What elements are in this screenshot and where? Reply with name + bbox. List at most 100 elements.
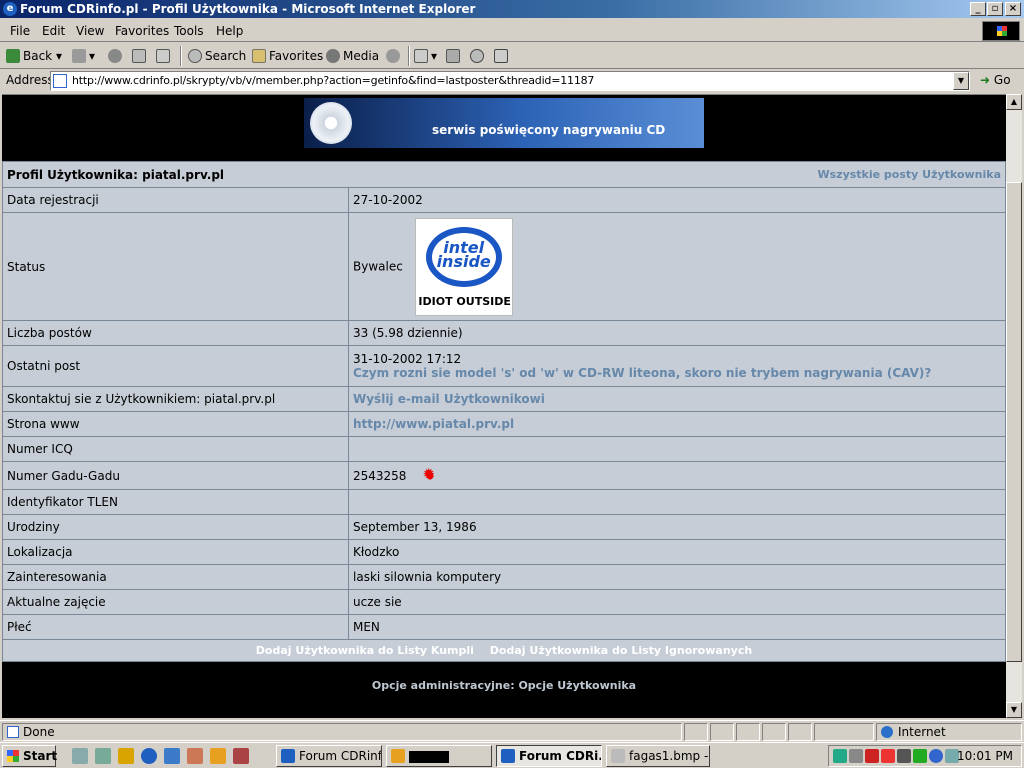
tray-antivirus-icon[interactable] <box>865 749 879 763</box>
row-value <box>348 489 1006 515</box>
favorites-button[interactable]: Favorites <box>252 47 323 65</box>
go-button[interactable]: ➜ Go <box>980 73 1011 87</box>
ie-icon <box>501 749 515 763</box>
task-forum-cdrinfo-1[interactable]: Forum CDRinfo... <box>276 745 382 767</box>
discuss-icon <box>494 49 508 63</box>
add-to-buddies-link[interactable]: Dodaj Użytkownika do Listy Kumpli <box>256 644 474 657</box>
table-row: Identyfikator TLEN <box>2 489 1006 515</box>
menu-view[interactable]: View <box>76 24 104 38</box>
tray-volume-icon[interactable] <box>849 749 863 763</box>
address-input[interactable]: http://www.cdrinfo.pl/skrypty/vb/v/membe… <box>50 71 970 91</box>
table-row: Zainteresowania laski silownia komputery <box>2 564 1006 590</box>
browser-window: e Forum CDRinfo.pl - Profil Użytkownika … <box>0 0 1024 768</box>
address-bar: Address http://www.cdrinfo.pl/skrypty/vb… <box>0 70 1024 92</box>
task-paint[interactable]: fagas1.bmp - P... <box>606 745 710 767</box>
mail-icon <box>414 49 428 63</box>
row-value: Kłodzko <box>348 539 1006 565</box>
refresh-button[interactable] <box>132 47 149 65</box>
row-label: Status <box>2 212 349 321</box>
row-label: Urodziny <box>2 514 349 540</box>
print-icon <box>446 49 460 63</box>
page-content: serwis poświęcony nagrywaniu CD Profil U… <box>2 94 1006 718</box>
messenger-button[interactable] <box>470 47 487 65</box>
vertical-scrollbar[interactable]: ▲ ▼ <box>1006 94 1022 718</box>
menu-edit[interactable]: Edit <box>42 24 65 38</box>
tray-app-icon[interactable] <box>897 749 911 763</box>
discuss-button[interactable] <box>494 47 511 65</box>
scroll-up-button[interactable]: ▲ <box>1006 94 1022 110</box>
task-mail[interactable] <box>386 745 492 767</box>
quicklaunch-desktop-icon[interactable] <box>72 748 88 764</box>
footer-links-row: Dodaj Użytkownika do Listy Kumpli Dodaj … <box>2 639 1006 662</box>
menu-tools[interactable]: Tools <box>174 24 204 38</box>
zone-text: Internet <box>898 725 946 739</box>
row-label: Lokalizacja <box>2 539 349 565</box>
status-cell: Bywalec intel inside IDIOT OUTSIDE <box>348 212 1006 321</box>
quicklaunch-tool-icon[interactable] <box>210 748 226 764</box>
all-posts-link[interactable]: Wszystkie posty Użytkownika <box>817 168 1001 181</box>
site-banner[interactable]: serwis poświęcony nagrywaniu CD <box>304 98 704 148</box>
menu-help[interactable]: Help <box>216 24 243 38</box>
start-button[interactable]: Start <box>2 745 57 767</box>
task-forum-cdrinfo-2[interactable]: Forum CDRi... <box>496 745 602 767</box>
scroll-down-button[interactable]: ▼ <box>1006 702 1022 718</box>
profile-title: Profil Użytkownika: piatal.prv.pl <box>7 167 225 182</box>
back-button[interactable]: Back ▾ <box>6 47 62 65</box>
clock[interactable]: 10:01 PM <box>957 749 1013 763</box>
media-button[interactable]: Media <box>326 47 379 65</box>
close-button[interactable]: × <box>1005 2 1021 16</box>
forward-button[interactable]: ▾ <box>72 47 95 65</box>
maximize-button[interactable]: ▫ <box>987 2 1003 16</box>
admin-options[interactable]: Opcje administracyjne: Opcje Użytkownika <box>2 679 1006 692</box>
scroll-thumb[interactable] <box>1006 182 1022 662</box>
row-label: Płeć <box>2 614 349 640</box>
tray-app-icon[interactable] <box>913 749 927 763</box>
minimize-button[interactable]: _ <box>970 2 986 16</box>
menu-favorites[interactable]: Favorites <box>115 24 169 38</box>
status-panel-empty <box>684 723 708 741</box>
send-email-link[interactable]: Wyślij e-mail Użytkownikowi <box>353 392 545 406</box>
quicklaunch-chart-icon[interactable] <box>233 748 249 764</box>
tray-messenger-icon[interactable] <box>929 749 943 763</box>
avatar: intel inside IDIOT OUTSIDE <box>414 217 513 316</box>
back-label: Back <box>23 49 53 63</box>
quicklaunch-ie-icon[interactable] <box>141 748 157 764</box>
profile-table: Profil Użytkownika: piatal.prv.pl Wszyst… <box>2 161 1006 662</box>
stop-icon <box>108 49 122 63</box>
row-label: Numer ICQ <box>2 436 349 462</box>
status-panel-empty <box>736 723 760 741</box>
status-text: Done <box>23 725 55 739</box>
task-label: Forum CDRi... <box>519 749 602 763</box>
tray-network-icon[interactable] <box>833 749 847 763</box>
history-button[interactable] <box>386 47 403 65</box>
media-label: Media <box>343 49 380 63</box>
last-post-link[interactable]: Czym rozni sie model 's' od 'w' w CD-RW … <box>353 366 931 380</box>
add-to-ignored-link[interactable]: Dodaj Użytkownika do Listy Ignorowanych <box>490 644 752 657</box>
forward-arrow-icon <box>72 49 86 63</box>
search-button[interactable]: Search <box>188 47 246 65</box>
quicklaunch-outlook-icon[interactable] <box>164 748 180 764</box>
row-value: MEN <box>348 614 1006 640</box>
quicklaunch-network-icon[interactable] <box>95 748 111 764</box>
address-dropdown-button[interactable]: ▼ <box>953 72 969 90</box>
gadu-gadu-status-icon[interactable] <box>422 465 437 483</box>
website-link[interactable]: http://www.piatal.prv.pl <box>353 417 514 431</box>
task-label: fagas1.bmp - P... <box>629 749 709 763</box>
badge-bottom-text: IDIOT OUTSIDE <box>418 294 511 308</box>
print-button[interactable] <box>446 47 463 65</box>
envelope-icon <box>391 749 405 763</box>
quicklaunch-media-icon[interactable] <box>118 748 134 764</box>
stop-button[interactable] <box>108 47 125 65</box>
row-value: 27-10-2002 <box>348 187 1006 213</box>
quicklaunch-app-icon[interactable] <box>187 748 203 764</box>
row-label: Liczba postów <box>2 320 349 346</box>
status-panel: Done <box>2 723 682 741</box>
last-post-cell: 31-10-2002 17:12 Czym rozni sie model 's… <box>348 345 1006 387</box>
tray-alert-icon[interactable] <box>881 749 895 763</box>
row-label: Identyfikator TLEN <box>2 489 349 515</box>
table-row: Aktualne zajęcie ucze sie <box>2 589 1006 615</box>
home-button[interactable] <box>156 47 173 65</box>
menu-file[interactable]: File <box>10 24 30 38</box>
mail-button[interactable]: ▾ <box>414 47 437 65</box>
go-arrow-icon: ➜ <box>980 73 991 87</box>
